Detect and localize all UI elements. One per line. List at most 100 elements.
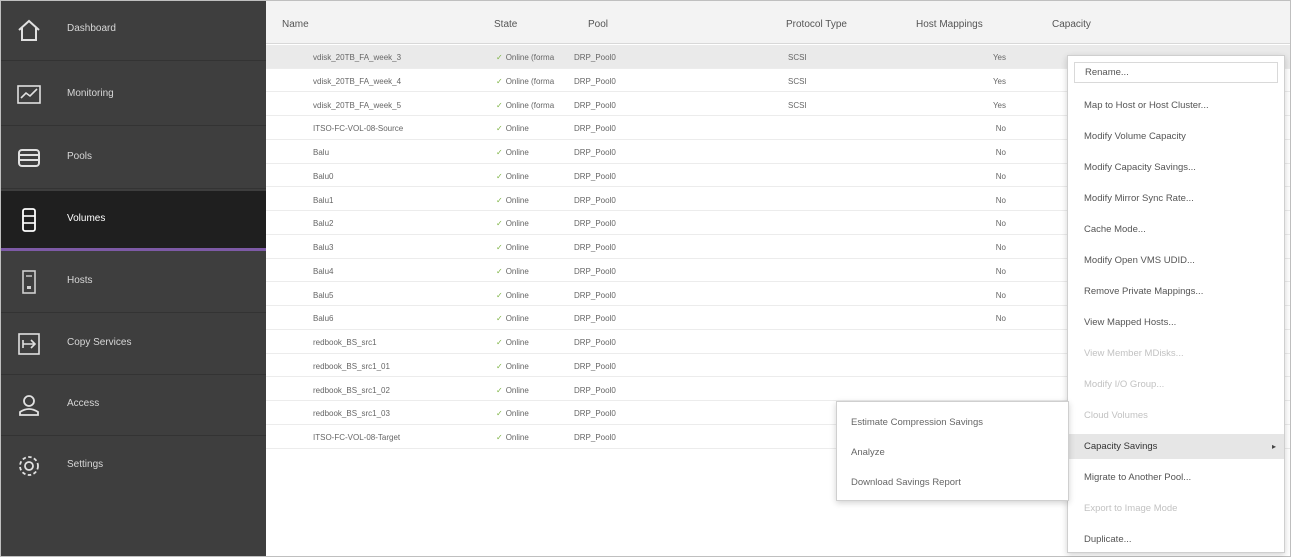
online-check-icon: ✓ [496,433,503,442]
state-text: Online (forma [505,76,555,86]
cell-pool: DRP_Pool0 [574,171,616,181]
menu-item-modify-i-o-group: Modify I/O Group... [1068,372,1284,397]
sidebar-item-access[interactable]: Access [1,376,266,436]
capacity-savings-submenu: Estimate Compression Savings Analyze Downl… [836,401,1069,501]
access-icon [15,391,43,419]
sidebar-item-volumes[interactable]: Volumes [1,191,266,251]
cell-name: Balu6 [313,314,334,324]
online-check-icon: ✓ [496,195,503,205]
state-text: Online [505,148,529,157]
cell-name: redbook_BS_src1_03 [313,409,390,419]
cell-pool: DRP_Pool0 [574,243,616,252]
sidebar: Dashboard Monitoring Pools Volumes Hosts… [1,1,266,556]
cell-state: ✓ Online [496,338,566,347]
state-text: Online [505,243,529,252]
cell-name: Balu0 [313,171,334,181]
state-text: Online [505,290,529,300]
cell-pool: DRP_Pool0 [574,76,616,86]
menu-item-label: View Member MDisks... [1084,348,1184,359]
column-header-host-mappings[interactable]: Host Mappings [916,19,983,30]
menu-item-capacity-savings[interactable]: Capacity Savings ▸ [1068,434,1284,459]
state-text: Online [505,124,529,134]
menu-item-modify-capacity-savings[interactable]: Modify Capacity Savings... [1068,155,1284,180]
menu-item-rename[interactable]: Rename... [1074,62,1278,83]
cell-state: ✓ Online [496,172,566,181]
online-check-icon: ✓ [496,409,503,419]
menu-item-duplicate[interactable]: Duplicate... [1068,527,1284,552]
cell-state: ✓ Online [496,409,566,418]
cell-pool: DRP_Pool0 [574,314,616,324]
sidebar-item-monitoring[interactable]: Monitoring [1,66,266,126]
cell-pool: DRP_Pool0 [574,148,616,157]
cell-name: Balu3 [313,243,334,252]
online-check-icon: ✓ [496,124,503,134]
cell-state: ✓ Online (forma [496,77,566,86]
submenu-item-download-savings-report[interactable]: Download Savings Report [837,468,1068,498]
menu-item-migrate-to-another-pool[interactable]: Migrate to Another Pool... [1068,465,1284,490]
menu-item-view-member-mdisks: View Member MDisks... [1068,341,1284,366]
cell-host-mappings: No [995,195,1006,205]
column-header-protocol-type[interactable]: Protocol Type [786,19,847,30]
online-check-icon: ✓ [496,148,503,157]
menu-item-modify-open-vms-udid[interactable]: Modify Open VMS UDID... [1068,248,1284,273]
cell-pool: DRP_Pool0 [574,266,616,276]
cell-name: Balu4 [313,266,334,276]
sidebar-item-dashboard[interactable]: Dashboard [1,1,266,61]
menu-item-export-to-image-mode: Export to Image Mode [1068,496,1284,521]
state-text: Online [505,171,529,181]
cell-name: Balu2 [313,219,334,229]
column-header-state[interactable]: State [494,19,517,30]
submenu-item-estimate-compression-savings[interactable]: Estimate Compression Savings [837,408,1068,438]
cell-host-mappings: No [995,314,1006,324]
sidebar-item-settings[interactable]: Settings [1,437,266,497]
cell-pool: DRP_Pool0 [574,385,616,395]
sidebar-item-copy-services[interactable]: Copy Services [1,315,266,375]
cell-pool: DRP_Pool0 [574,124,616,134]
cell-protocol-type: SCSI [788,100,807,110]
sidebar-item-hosts[interactable]: Hosts [1,253,266,313]
cell-state: ✓ Online [496,196,566,205]
state-text: Online [505,266,529,276]
cell-state: ✓ Online [496,267,566,276]
menu-item-view-mapped-hosts[interactable]: View Mapped Hosts... [1068,310,1284,335]
menu-item-remove-private-mappings[interactable]: Remove Private Mappings... [1068,279,1284,304]
menu-item-label: Capacity Savings [1084,441,1158,452]
cell-state: ✓ Online [496,219,566,228]
state-text: Online [505,219,529,229]
cell-protocol-type: SCSI [788,76,807,86]
menu-item-label: Modify Open VMS UDID... [1084,255,1195,266]
menu-item-label: Modify Mirror Sync Rate... [1084,193,1194,204]
sidebar-item-pools[interactable]: Pools [1,129,266,189]
cell-name: ITSO-FC-VOL-08-Target [313,433,401,442]
cell-state: ✓ Online (forma [496,53,566,62]
cell-host-mappings: No [995,266,1006,276]
submenu-item-analyze[interactable]: Analyze [837,438,1068,468]
online-check-icon: ✓ [496,100,503,110]
column-header-capacity[interactable]: Capacity [1052,19,1091,30]
cell-state: ✓ Online [496,386,566,395]
cell-state: ✓ Online (forma [496,101,566,110]
menu-item-cache-mode[interactable]: Cache Mode... [1068,217,1284,242]
copy-services-icon [15,330,43,358]
online-check-icon: ✓ [496,219,503,229]
menu-item-modify-mirror-sync-rate[interactable]: Modify Mirror Sync Rate... [1068,186,1284,211]
online-check-icon: ✓ [496,243,503,252]
menu-item-label: View Mapped Hosts... [1084,317,1177,328]
sidebar-item-label: Settings [67,459,104,470]
menu-item-label: Rename... [1085,67,1129,78]
menu-item-map-to-host-or-host-cluster[interactable]: Map to Host or Host Cluster... [1068,93,1284,118]
cell-state: ✓ Online [496,291,566,300]
online-check-icon: ✓ [496,76,503,86]
sidebar-item-label: Pools [67,151,93,162]
cell-name: vdisk_20TB_FA_week_5 [313,100,402,110]
column-header-pool[interactable]: Pool [588,19,608,30]
menu-item-label: Modify Volume Capacity [1084,131,1186,142]
menu-item-modify-volume-capacity[interactable]: Modify Volume Capacity [1068,124,1284,149]
cell-host-mappings: Yes [992,100,1006,110]
cell-pool: DRP_Pool0 [574,433,616,442]
cell-pool: DRP_Pool0 [574,195,616,205]
cell-name: Balu5 [313,290,334,300]
column-header-name[interactable]: Name [282,19,309,30]
cell-name: Balu [313,148,330,157]
cell-pool: DRP_Pool0 [574,53,616,62]
